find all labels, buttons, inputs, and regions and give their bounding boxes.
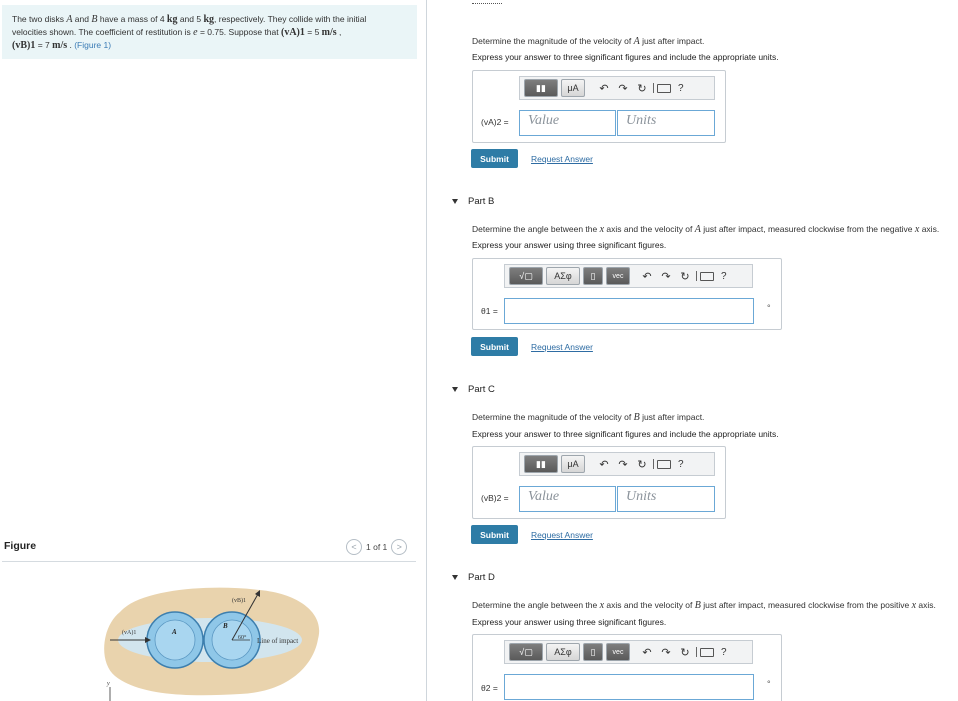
problem-line-3: (vB)1 = 7 m/s . (Figure 1) xyxy=(12,40,112,51)
help-icon[interactable]: ? xyxy=(717,271,727,282)
label-y: y xyxy=(106,681,110,687)
problem-line-2: velocities shown. The coefficient of res… xyxy=(12,27,342,38)
part-a-description: Determine the magnitude of the velocity … xyxy=(472,36,705,47)
label-vb1: (vB)1 xyxy=(232,597,246,604)
part-c-units-input[interactable]: Units xyxy=(617,486,715,512)
part-a-request-answer-link[interactable]: Request Answer xyxy=(531,154,593,164)
part-b-submit-button[interactable]: Submit xyxy=(471,337,518,356)
part-b-degree-unit: ° xyxy=(767,303,771,313)
part-b-request-answer-link[interactable]: Request Answer xyxy=(531,342,593,352)
sqrt-template-button[interactable]: √▢ xyxy=(509,267,543,285)
figure-link[interactable]: (Figure 1) xyxy=(74,40,111,50)
figure-heading: Figure xyxy=(4,540,37,552)
collapse-chevron-icon xyxy=(452,199,458,204)
undo-icon[interactable]: ↶ xyxy=(639,644,655,660)
part-a-instructions: Express your answer to three significant… xyxy=(472,52,779,62)
figure-divider xyxy=(2,561,416,562)
problem-statement: The two disks A and B have a mass of 4 k… xyxy=(2,5,417,59)
reset-icon[interactable]: ↻ xyxy=(634,80,650,96)
greek-symbols-button[interactable]: ΑΣφ xyxy=(546,267,580,285)
keyboard-icon[interactable] xyxy=(700,647,714,657)
part-d-lhs: θ2 = xyxy=(481,683,498,693)
part-d-answer-box: √▢ ΑΣφ ▯ vec ↶ ↷ ↻ ? θ2 = ° xyxy=(472,634,782,701)
part-d-instructions: Express your answer using three signific… xyxy=(472,617,667,627)
subscript-button[interactable]: ▯ xyxy=(583,643,603,661)
part-c-description: Determine the magnitude of the velocity … xyxy=(472,412,705,423)
part-a-submit-button[interactable]: Submit xyxy=(471,149,518,168)
part-d-header[interactable]: Part D xyxy=(452,572,495,583)
part-d-description: Determine the angle between the x axis a… xyxy=(472,600,936,611)
collision-figure: (vA)1 (vB)1 A B 60° Line of impact y xyxy=(104,587,320,701)
label-va1: (vA)1 xyxy=(122,629,136,636)
collapse-chevron-icon xyxy=(452,575,458,580)
problem-line-1: The two disks A and B have a mass of 4 k… xyxy=(12,14,367,25)
figure-pager: < 1 of 1 > xyxy=(346,539,408,555)
reset-icon[interactable]: ↻ xyxy=(677,268,693,284)
part-c-value-input[interactable]: Value xyxy=(519,486,616,512)
subscript-button[interactable]: ▯ xyxy=(583,267,603,285)
redo-icon[interactable]: ↷ xyxy=(658,644,674,660)
keyboard-icon[interactable] xyxy=(700,271,714,281)
undo-icon[interactable]: ↶ xyxy=(639,268,655,284)
part-c-submit-button[interactable]: Submit xyxy=(471,525,518,544)
part-a-answer-box: ▮▮ μA ↶ ↷ ↻ ? (vA)2 = Value Units xyxy=(472,70,726,143)
part-c-request-answer-link[interactable]: Request Answer xyxy=(531,530,593,540)
part-b-toolbar: √▢ ΑΣφ ▯ vec ↶ ↷ ↻ ? xyxy=(504,264,753,288)
toolbar-separator xyxy=(696,271,697,281)
sqrt-template-button[interactable]: √▢ xyxy=(509,643,543,661)
part-b-answer-box: √▢ ΑΣφ ▯ vec ↶ ↷ ↻ ? θ1 = ° xyxy=(472,258,782,330)
part-b-instructions: Express your answer using three signific… xyxy=(472,240,667,250)
label-b: B xyxy=(222,622,228,630)
toolbar-separator xyxy=(653,459,654,469)
part-a-units-input[interactable]: Units xyxy=(617,110,715,136)
redo-icon[interactable]: ↷ xyxy=(615,80,631,96)
prev-figure-button[interactable]: < xyxy=(346,539,362,555)
greek-symbols-button[interactable]: ΑΣφ xyxy=(546,643,580,661)
keyboard-icon[interactable] xyxy=(657,83,671,93)
part-a-value-input[interactable]: Value xyxy=(519,110,616,136)
part-c-lhs: (vB)2 = xyxy=(481,493,509,503)
vector-button[interactable]: vec xyxy=(606,643,630,661)
keyboard-icon[interactable] xyxy=(657,459,671,469)
part-a-title-cut xyxy=(472,0,502,4)
reset-icon[interactable]: ↻ xyxy=(677,644,693,660)
part-c-answer-box: ▮▮ μA ↶ ↷ ↻ ? (vB)2 = Value Units xyxy=(472,446,726,519)
label-a: A xyxy=(171,628,177,636)
part-a-toolbar: ▮▮ μA ↶ ↷ ↻ ? xyxy=(519,76,715,100)
redo-icon[interactable]: ↷ xyxy=(615,456,631,472)
collapse-chevron-icon xyxy=(452,387,458,392)
part-d-angle-input[interactable] xyxy=(504,674,754,700)
undo-icon[interactable]: ↶ xyxy=(596,456,612,472)
part-d-degree-unit: ° xyxy=(767,679,771,689)
undo-icon[interactable]: ↶ xyxy=(596,80,612,96)
part-c-toolbar: ▮▮ μA ↶ ↷ ↻ ? xyxy=(519,452,715,476)
help-icon[interactable]: ? xyxy=(717,647,727,658)
templates-button[interactable]: ▮▮ xyxy=(524,455,558,473)
vector-button[interactable]: vec xyxy=(606,267,630,285)
part-d-toolbar: √▢ ΑΣφ ▯ vec ↶ ↷ ↻ ? xyxy=(504,640,753,664)
next-figure-button[interactable]: > xyxy=(391,539,408,555)
part-a-lhs: (vA)2 = xyxy=(481,117,509,127)
toolbar-separator xyxy=(696,647,697,657)
redo-icon[interactable]: ↷ xyxy=(658,268,674,284)
help-icon[interactable]: ? xyxy=(674,83,684,94)
part-b-lhs: θ1 = xyxy=(481,306,498,316)
part-b-angle-input[interactable] xyxy=(504,298,754,324)
label-angle: 60° xyxy=(238,634,247,641)
part-c-header[interactable]: Part C xyxy=(452,384,495,395)
panel-divider xyxy=(426,0,427,701)
toolbar-separator xyxy=(653,83,654,93)
templates-button[interactable]: ▮▮ xyxy=(524,79,558,97)
figure-page-count: 1 of 1 xyxy=(366,542,388,552)
label-line-of-impact: Line of impact xyxy=(257,637,298,645)
help-icon[interactable]: ? xyxy=(674,459,684,470)
reset-icon[interactable]: ↻ xyxy=(634,456,650,472)
part-c-instructions: Express your answer to three significant… xyxy=(472,429,779,439)
units-button[interactable]: μA xyxy=(561,79,585,97)
part-b-header[interactable]: Part B xyxy=(452,196,494,207)
disk-a-inner xyxy=(154,619,196,661)
units-button[interactable]: μA xyxy=(561,455,585,473)
part-b-description: Determine the angle between the x axis a… xyxy=(472,224,940,235)
